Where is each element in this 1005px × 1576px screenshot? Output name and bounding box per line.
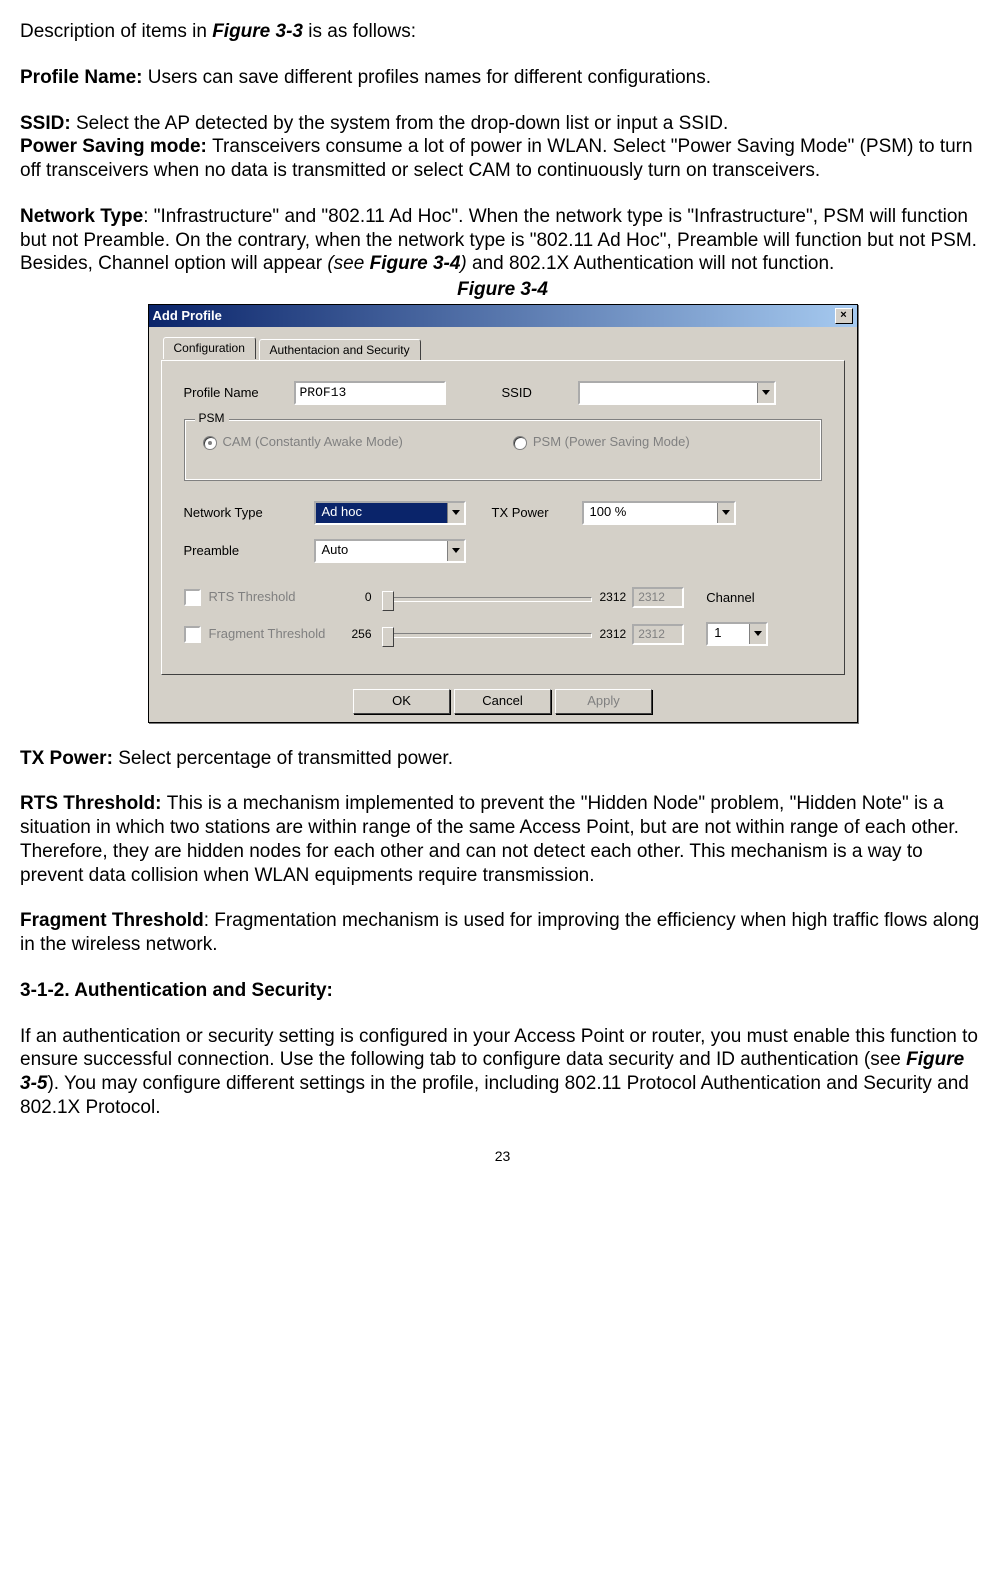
- chevron-down-icon: [717, 503, 734, 523]
- rts-value-box: 2312: [632, 587, 684, 608]
- channel-label: Channel: [706, 590, 754, 606]
- frag-value-box: 2312: [632, 624, 684, 645]
- text: Select percentage of transmitted power.: [118, 748, 453, 769]
- text: Description of items in: [20, 21, 212, 42]
- heading: Power Saving mode:: [20, 136, 212, 157]
- network-type-label: Network Type: [184, 505, 314, 521]
- ok-button[interactable]: OK: [353, 689, 450, 713]
- fragment-threshold-paragraph: Fragment Threshold: Fragmentation mechan…: [20, 909, 985, 957]
- rts-min-label: 0: [344, 590, 372, 605]
- section-heading: 3-1-2. Authentication and Security:: [20, 979, 985, 1003]
- tab-strip: Configuration Authentacion and Security: [161, 337, 845, 361]
- cam-radio[interactable]: CAM (Constantly Awake Mode): [203, 434, 403, 450]
- figure-caption: Figure 3-4: [20, 278, 985, 302]
- text: and 802.1X Authentication will not funct…: [467, 253, 835, 274]
- ssid-combobox[interactable]: [578, 381, 776, 405]
- heading: SSID:: [20, 113, 76, 134]
- text: Select the AP detected by the system fro…: [76, 113, 728, 134]
- tab-authentication-security[interactable]: Authentacion and Security: [259, 339, 421, 361]
- channel-combobox[interactable]: 1: [706, 622, 768, 646]
- checkbox-icon: [184, 589, 201, 606]
- fragment-threshold-checkbox[interactable]: Fragment Threshold: [184, 626, 344, 643]
- radio-icon: [513, 436, 527, 450]
- figure-ref: Figure 3-4: [370, 253, 461, 274]
- auth-security-paragraph: If an authentication or security setting…: [20, 1025, 985, 1120]
- heading: Profile Name:: [20, 67, 148, 88]
- profile-name-label: Profile Name: [184, 385, 294, 401]
- psm-groupbox: PSM CAM (Constantly Awake Mode) PSM (Pow…: [184, 419, 822, 481]
- dialog-title: Add Profile: [153, 308, 222, 324]
- add-profile-dialog: Add Profile × Configuration Authentacion…: [148, 304, 858, 723]
- text: If an authentication or security setting…: [20, 1026, 978, 1071]
- frag-max-label: 2312: [600, 627, 627, 642]
- heading: RTS Threshold:: [20, 793, 167, 814]
- network-type-paragraph: Network Type: "Infrastructure" and "802.…: [20, 205, 985, 276]
- frag-min-label: 256: [344, 627, 372, 642]
- rts-threshold-checkbox[interactable]: RTS Threshold: [184, 589, 344, 606]
- cancel-button[interactable]: Cancel: [454, 689, 551, 713]
- tab-configuration[interactable]: Configuration: [163, 337, 256, 359]
- chevron-down-icon: [757, 383, 774, 403]
- fragment-slider[interactable]: [382, 624, 592, 644]
- close-icon: ×: [840, 309, 846, 321]
- ssid-psm-paragraph: SSID: Select the AP detected by the syst…: [20, 112, 985, 183]
- profile-name-paragraph: Profile Name: Users can save different p…: [20, 66, 985, 90]
- rts-slider[interactable]: [382, 588, 592, 608]
- preamble-label: Preamble: [184, 543, 314, 559]
- network-type-combobox[interactable]: Ad hoc: [314, 501, 466, 525]
- psm-radio[interactable]: PSM (Power Saving Mode): [513, 434, 690, 450]
- intro-paragraph: Description of items in Figure 3-3 is as…: [20, 20, 985, 44]
- profile-name-input[interactable]: PROF13: [294, 381, 446, 405]
- psm-group-legend: PSM: [195, 411, 229, 426]
- heading: Fragment Threshold: [20, 910, 204, 931]
- text: ). You may configure different settings …: [20, 1073, 969, 1118]
- heading: TX Power:: [20, 748, 118, 769]
- checkbox-icon: [184, 626, 201, 643]
- rts-threshold-paragraph: RTS Threshold: This is a mechanism imple…: [20, 792, 985, 887]
- tx-power-label: TX Power: [492, 505, 582, 521]
- apply-button[interactable]: Apply: [555, 689, 652, 713]
- tx-power-combobox[interactable]: 100 %: [582, 501, 736, 525]
- radio-icon: [203, 436, 217, 450]
- tab-page-configuration: Profile Name PROF13 SSID PSM CAM (Consta…: [161, 360, 845, 675]
- dialog-titlebar: Add Profile ×: [149, 305, 857, 327]
- page-number: 23: [20, 1148, 985, 1166]
- text: (see: [327, 253, 369, 274]
- ssid-label: SSID: [502, 385, 550, 401]
- text: Users can save different profiles names …: [148, 67, 711, 88]
- chevron-down-icon: [447, 541, 464, 561]
- chevron-down-icon: [447, 503, 464, 523]
- chevron-down-icon: [749, 624, 766, 644]
- figure-ref: Figure 3-3: [212, 21, 303, 42]
- text: is as follows:: [303, 21, 416, 42]
- close-button[interactable]: ×: [835, 308, 853, 324]
- rts-max-label: 2312: [600, 590, 627, 605]
- heading: Network Type: [20, 206, 143, 227]
- tx-power-paragraph: TX Power: Select percentage of transmitt…: [20, 747, 985, 771]
- preamble-combobox[interactable]: Auto: [314, 539, 466, 563]
- dialog-button-row: OK Cancel Apply: [161, 689, 845, 713]
